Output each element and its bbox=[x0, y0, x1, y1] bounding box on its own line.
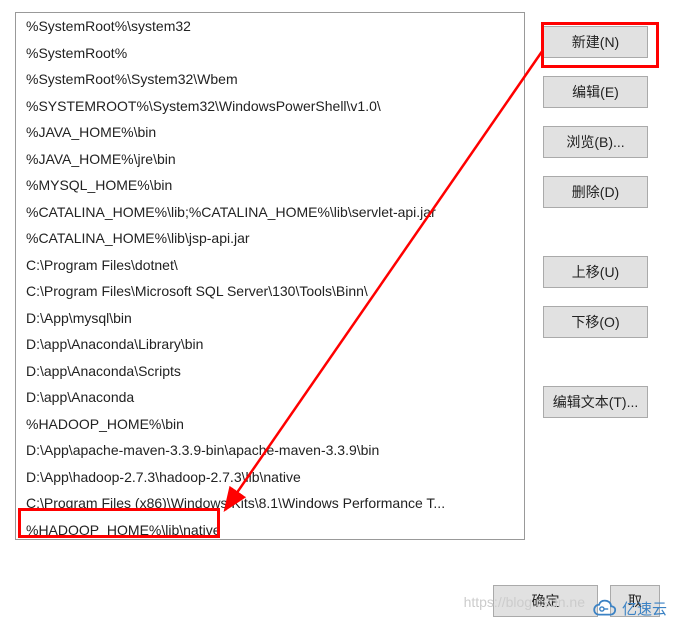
list-item[interactable]: D:\app\Anaconda bbox=[16, 384, 524, 411]
list-item[interactable]: D:\app\Anaconda\Library\bin bbox=[16, 331, 524, 358]
list-item[interactable]: D:\App\hadoop-2.7.3\hadoop-2.7.3\lib\nat… bbox=[16, 464, 524, 491]
move-down-button[interactable]: 下移(O) bbox=[543, 306, 648, 338]
list-item[interactable]: C:\Program Files (x86)\Windows Kits\8.1\… bbox=[16, 490, 524, 517]
list-item[interactable]: D:\App\mysql\bin bbox=[16, 305, 524, 332]
cloud-icon bbox=[590, 599, 618, 619]
logo-text: 亿速云 bbox=[622, 598, 667, 619]
list-item[interactable]: %SYSTEMROOT%\System32\WindowsPowerShell\… bbox=[16, 93, 524, 120]
list-item[interactable]: %SystemRoot%\System32\Wbem bbox=[16, 66, 524, 93]
list-item[interactable]: %JAVA_HOME%\jre\bin bbox=[16, 146, 524, 173]
list-item[interactable]: %HADOOP_HOME%\bin bbox=[16, 411, 524, 438]
new-button[interactable]: 新建(N) bbox=[543, 26, 648, 58]
watermark-text: https://blog.csdn.ne bbox=[464, 594, 585, 610]
browse-button[interactable]: 浏览(B)... bbox=[543, 126, 648, 158]
list-item[interactable]: %HADOOP_HOME%\lib\native bbox=[16, 517, 524, 541]
list-item[interactable]: D:\app\Anaconda\Scripts bbox=[16, 358, 524, 385]
edit-text-button[interactable]: 编辑文本(T)... bbox=[543, 386, 648, 418]
list-item[interactable]: C:\Program Files\dotnet\ bbox=[16, 252, 524, 279]
list-item[interactable]: C:\Program Files\Microsoft SQL Server\13… bbox=[16, 278, 524, 305]
path-list[interactable]: %SystemRoot%\system32 %SystemRoot% %Syst… bbox=[15, 12, 525, 540]
list-item[interactable]: %SystemRoot% bbox=[16, 40, 524, 67]
list-item[interactable]: D:\App\apache-maven-3.3.9-bin\apache-mav… bbox=[16, 437, 524, 464]
list-item[interactable]: %SystemRoot%\system32 bbox=[16, 13, 524, 40]
list-item[interactable]: %MYSQL_HOME%\bin bbox=[16, 172, 524, 199]
list-item[interactable]: %CATALINA_HOME%\lib;%CATALINA_HOME%\lib\… bbox=[16, 199, 524, 226]
move-up-button[interactable]: 上移(U) bbox=[543, 256, 648, 288]
list-item[interactable]: %CATALINA_HOME%\lib\jsp-api.jar bbox=[16, 225, 524, 252]
logo: 亿速云 bbox=[590, 598, 667, 619]
list-item[interactable]: %JAVA_HOME%\bin bbox=[16, 119, 524, 146]
delete-button[interactable]: 删除(D) bbox=[543, 176, 648, 208]
button-column: 新建(N) 编辑(E) 浏览(B)... 删除(D) 上移(U) 下移(O) 编… bbox=[543, 12, 648, 540]
edit-button[interactable]: 编辑(E) bbox=[543, 76, 648, 108]
